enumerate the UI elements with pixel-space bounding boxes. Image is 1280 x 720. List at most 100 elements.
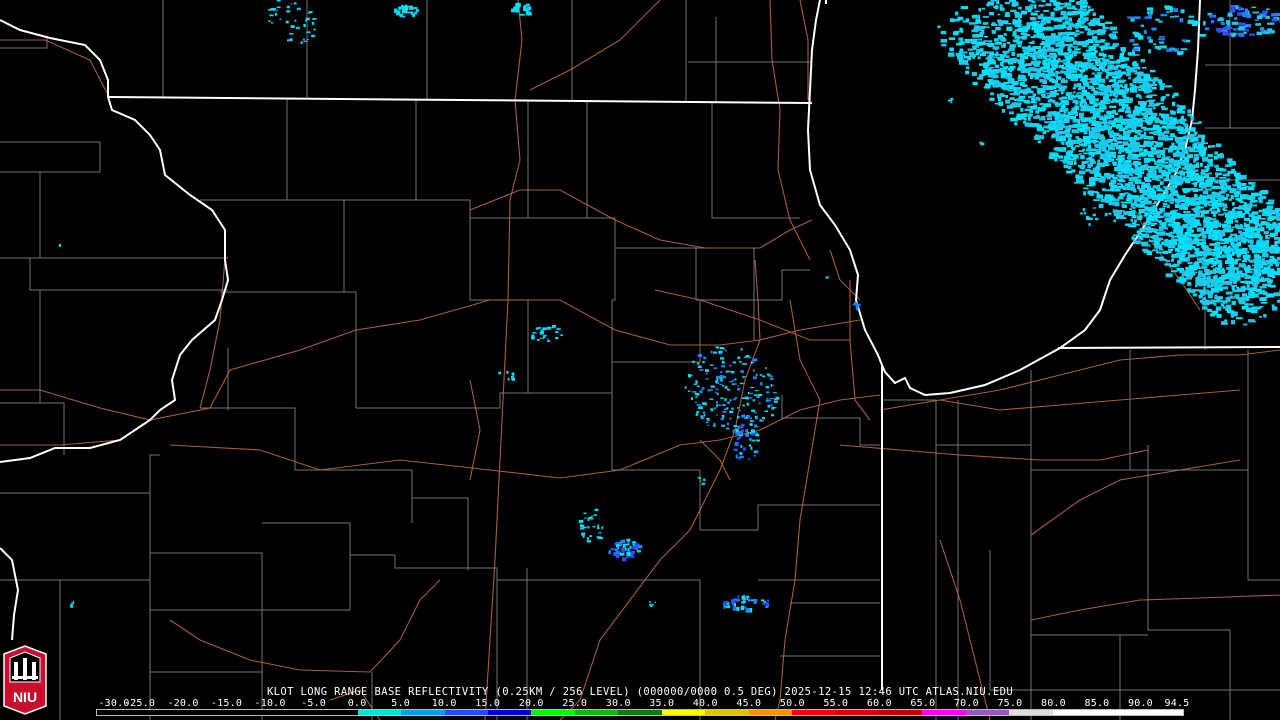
radar-echo bbox=[1219, 255, 1224, 259]
radar-echo bbox=[994, 102, 1002, 105]
radar-echo bbox=[1231, 21, 1239, 25]
radar-echo bbox=[1252, 273, 1255, 277]
radar-echo bbox=[287, 39, 289, 42]
radar-echo bbox=[727, 401, 730, 404]
radar-echo bbox=[1087, 144, 1092, 149]
radar-echo bbox=[598, 532, 603, 534]
radar-echo bbox=[1141, 244, 1148, 247]
radar-echo bbox=[1166, 204, 1170, 209]
radar-echo bbox=[1240, 251, 1248, 255]
radar-echo bbox=[1106, 93, 1110, 98]
radar-echo bbox=[1243, 257, 1249, 261]
radar-echo bbox=[1084, 89, 1088, 92]
radar-echo bbox=[716, 346, 719, 349]
radar-echo bbox=[1095, 152, 1101, 155]
radar-echo bbox=[1088, 132, 1093, 136]
radar-echo bbox=[1102, 53, 1107, 58]
radar-echo bbox=[1188, 217, 1194, 221]
radar-echo bbox=[1123, 148, 1129, 152]
scale-label: -25.0 bbox=[123, 698, 156, 709]
radar-echo bbox=[1104, 189, 1112, 192]
radar-echo bbox=[702, 416, 705, 419]
radar-echo bbox=[1231, 301, 1236, 305]
radar-echo bbox=[1072, 87, 1076, 90]
radar-echo bbox=[1147, 165, 1153, 169]
radar-echo bbox=[1094, 217, 1099, 221]
radar-echo bbox=[1201, 265, 1208, 269]
radar-echo bbox=[582, 527, 585, 530]
radar-echo bbox=[1222, 306, 1226, 309]
radar-echo bbox=[1055, 74, 1058, 78]
scale-label: 30.0 bbox=[605, 698, 631, 709]
radar-echo bbox=[1197, 188, 1204, 191]
radar-echo bbox=[1042, 85, 1047, 90]
radar-echo bbox=[1083, 212, 1087, 215]
radar-echo bbox=[1161, 224, 1167, 227]
radar-echo bbox=[1155, 256, 1160, 259]
radar-echo bbox=[989, 51, 994, 55]
radar-echo bbox=[1243, 280, 1249, 284]
radar-echo bbox=[1226, 254, 1232, 259]
radar-echo bbox=[1136, 79, 1142, 84]
radar-echo bbox=[1161, 161, 1168, 164]
radar-echo bbox=[1064, 129, 1071, 133]
radar-echo bbox=[1068, 27, 1072, 30]
radar-echo bbox=[1074, 160, 1077, 165]
radar-echo bbox=[1212, 213, 1217, 217]
radar-echo bbox=[293, 2, 297, 5]
scale-label: 75.0 bbox=[997, 698, 1023, 709]
radar-echo bbox=[416, 9, 419, 13]
radar-echo bbox=[1088, 223, 1091, 226]
radar-echo bbox=[1276, 261, 1280, 264]
radar-echo bbox=[1232, 279, 1238, 282]
radar-echo bbox=[552, 325, 556, 328]
radar-echo bbox=[1059, 3, 1064, 5]
radar-echo bbox=[1210, 218, 1217, 220]
radar-echo bbox=[1020, 118, 1026, 120]
radar-echo bbox=[1163, 147, 1168, 150]
radar-echo bbox=[1207, 294, 1213, 299]
radar-echo bbox=[1257, 197, 1261, 200]
radar-echo bbox=[754, 389, 759, 391]
radar-echo bbox=[1035, 21, 1040, 23]
radar-echo bbox=[1245, 228, 1248, 232]
radar-echo bbox=[997, 13, 1001, 16]
radar-echo bbox=[1148, 121, 1153, 123]
radar-echo bbox=[1138, 144, 1146, 148]
radar-echo bbox=[1146, 127, 1154, 131]
radar-echo bbox=[1016, 41, 1022, 45]
radar-echo bbox=[1098, 203, 1104, 209]
radar-echo bbox=[1236, 247, 1239, 250]
radar-echo bbox=[1027, 113, 1032, 117]
radar-echo bbox=[1149, 192, 1156, 198]
radar-echo bbox=[1118, 72, 1126, 75]
radar-echo bbox=[1179, 137, 1186, 140]
radar-echo bbox=[697, 476, 701, 479]
radar-echo bbox=[1266, 205, 1274, 209]
radar-echo bbox=[1031, 98, 1036, 102]
radar-echo bbox=[1236, 242, 1242, 247]
radar-echo bbox=[705, 403, 707, 406]
radar-echo bbox=[1186, 273, 1189, 277]
scale-label: 0.0 bbox=[347, 698, 367, 709]
radar-echo bbox=[1240, 194, 1245, 199]
radar-echo bbox=[1103, 61, 1108, 65]
radar-echo bbox=[512, 374, 515, 378]
radar-echo bbox=[1082, 92, 1090, 96]
radar-echo bbox=[969, 22, 976, 25]
radar-echo bbox=[1119, 115, 1123, 120]
radar-echo bbox=[586, 540, 591, 543]
radar-echo bbox=[1197, 257, 1204, 261]
colorbar-segment bbox=[401, 710, 445, 715]
radar-echo bbox=[746, 608, 750, 612]
radar-echo bbox=[989, 66, 994, 69]
radar-echo bbox=[276, 9, 279, 11]
radar-echo bbox=[1271, 18, 1278, 22]
radar-echo bbox=[1063, 164, 1068, 169]
radar-echo bbox=[697, 354, 702, 357]
colorbar-segment bbox=[618, 710, 662, 715]
radar-echo bbox=[760, 383, 763, 386]
radar-echo bbox=[1099, 125, 1106, 128]
radar-echo bbox=[947, 52, 955, 57]
radar-echo bbox=[1148, 240, 1155, 242]
